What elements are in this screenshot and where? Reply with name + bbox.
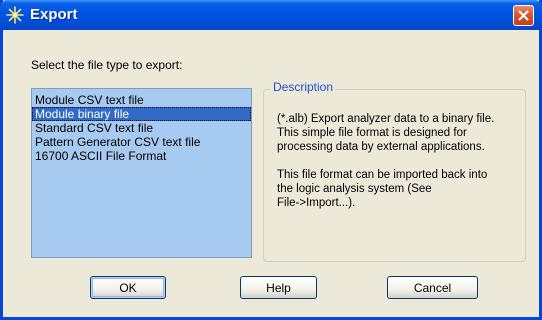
list-item[interactable]: Module binary file	[32, 107, 251, 121]
list-item[interactable]: 16700 ASCII File Format	[32, 149, 251, 163]
description-line: File->Import...).	[277, 197, 356, 209]
window-title: Export	[30, 6, 78, 23]
description-line: processing data by external applications…	[277, 141, 485, 153]
export-dialog: Export Select the file type to export: M…	[0, 0, 542, 320]
description-line: This file format can be imported back in…	[277, 169, 488, 181]
list-item[interactable]: Module CSV text file	[32, 93, 251, 107]
help-button[interactable]: Help	[240, 276, 317, 299]
description-paragraph-1: (*.alb) Export analyzer data to a binary…	[277, 112, 523, 154]
description-text: (*.alb) Export analyzer data to a binary…	[277, 112, 523, 210]
ok-button[interactable]: OK	[90, 276, 166, 299]
description-line: This simple file format is designed for	[277, 127, 467, 139]
file-type-prompt: Select the file type to export:	[31, 58, 183, 72]
list-item[interactable]: Pattern Generator CSV text file	[32, 135, 251, 149]
title-bar[interactable]: Export	[0, 0, 542, 30]
cancel-button[interactable]: Cancel	[387, 276, 478, 299]
description-line: (*.alb) Export analyzer data to a binary…	[277, 113, 495, 125]
description-paragraph-2: This file format can be imported back in…	[277, 168, 523, 210]
close-button[interactable]	[513, 5, 534, 26]
export-star-icon	[5, 5, 25, 25]
description-line: the logic analysis system (See	[277, 183, 432, 195]
list-item[interactable]: Standard CSV text file	[32, 121, 251, 135]
description-legend: Description	[271, 80, 336, 94]
file-type-listbox[interactable]: Module CSV text file Module binary file …	[31, 88, 252, 258]
